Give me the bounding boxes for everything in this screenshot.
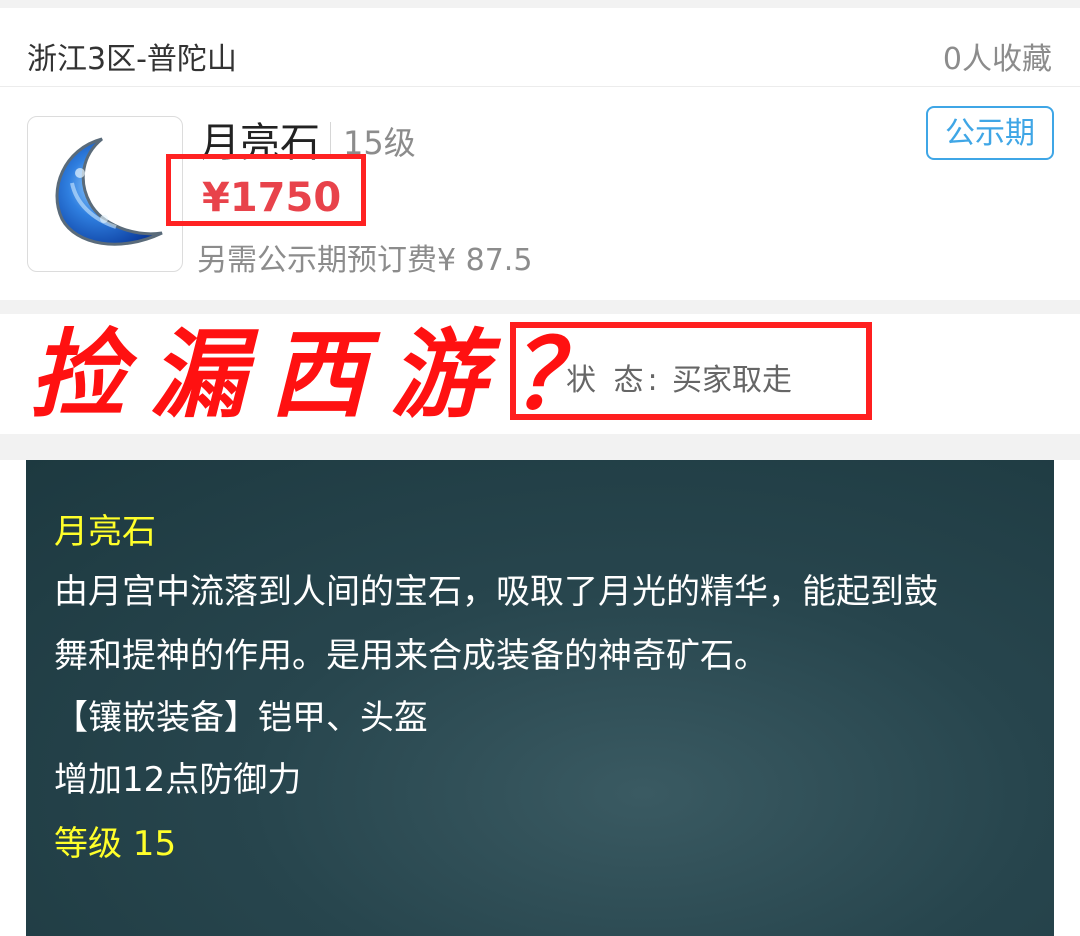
deposit-note: 另需公示期预订费¥ 87.5 (197, 243, 533, 278)
section-divider (0, 300, 1080, 314)
item-thumbnail[interactable] (27, 116, 183, 272)
price-highlight-box (166, 154, 366, 226)
moon-stone-icon (55, 137, 163, 246)
item-description-panel: 月亮石 由月宫中流落到人间的宝石，吸取了月光的精华，能起到鼓 舞和提神的作用。是… (26, 460, 1054, 936)
listing-header: 浙江3区-普陀山 0人收藏 (0, 8, 1080, 87)
name-level-divider (330, 122, 331, 156)
description-line: 舞和提神的作用。是用来合成装备的神奇矿石。 (54, 636, 768, 676)
overlay-caption: 捡漏西游？ (30, 319, 630, 431)
description-line: 由月宫中流落到人间的宝石，吸取了月光的精华，能起到鼓 (54, 572, 938, 612)
defense-bonus-line: 增加12点防御力 (54, 760, 302, 800)
top-spacer (0, 0, 1080, 8)
description-title: 月亮石 (54, 512, 156, 552)
public-period-badge[interactable]: 公示期 (926, 106, 1054, 160)
item-level-line: 等级 15 (54, 824, 177, 864)
section-divider-2 (0, 434, 1080, 460)
favorites-count[interactable]: 0人收藏 (943, 34, 1052, 78)
server-name[interactable]: 浙江3区-普陀山 (27, 34, 237, 78)
inlay-equipment-line: 【镶嵌装备】铠甲、头盔 (54, 698, 428, 738)
